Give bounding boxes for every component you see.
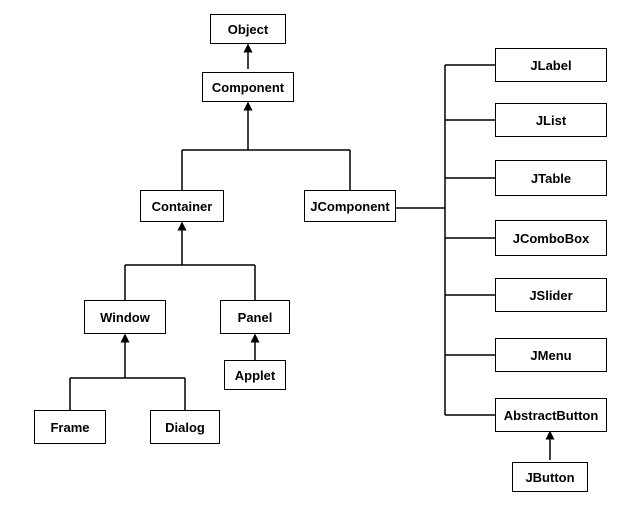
node-jtable: JTable (495, 160, 607, 196)
node-dialog: Dialog (150, 410, 220, 444)
node-panel: Panel (220, 300, 290, 334)
node-jcomponent: JComponent (304, 190, 396, 222)
node-jslider: JSlider (495, 278, 607, 312)
node-object: Object (210, 14, 286, 44)
node-jbutton: JButton (512, 462, 588, 492)
node-component: Component (202, 72, 294, 102)
node-jlabel: JLabel (495, 48, 607, 82)
node-jcombobox: JComboBox (495, 220, 607, 256)
node-container: Container (140, 190, 224, 222)
node-applet: Applet (224, 360, 286, 390)
node-jlist: JList (495, 103, 607, 137)
node-jmenu: JMenu (495, 338, 607, 372)
node-frame: Frame (34, 410, 106, 444)
node-abstractbutton: AbstractButton (495, 398, 607, 432)
node-window: Window (84, 300, 166, 334)
